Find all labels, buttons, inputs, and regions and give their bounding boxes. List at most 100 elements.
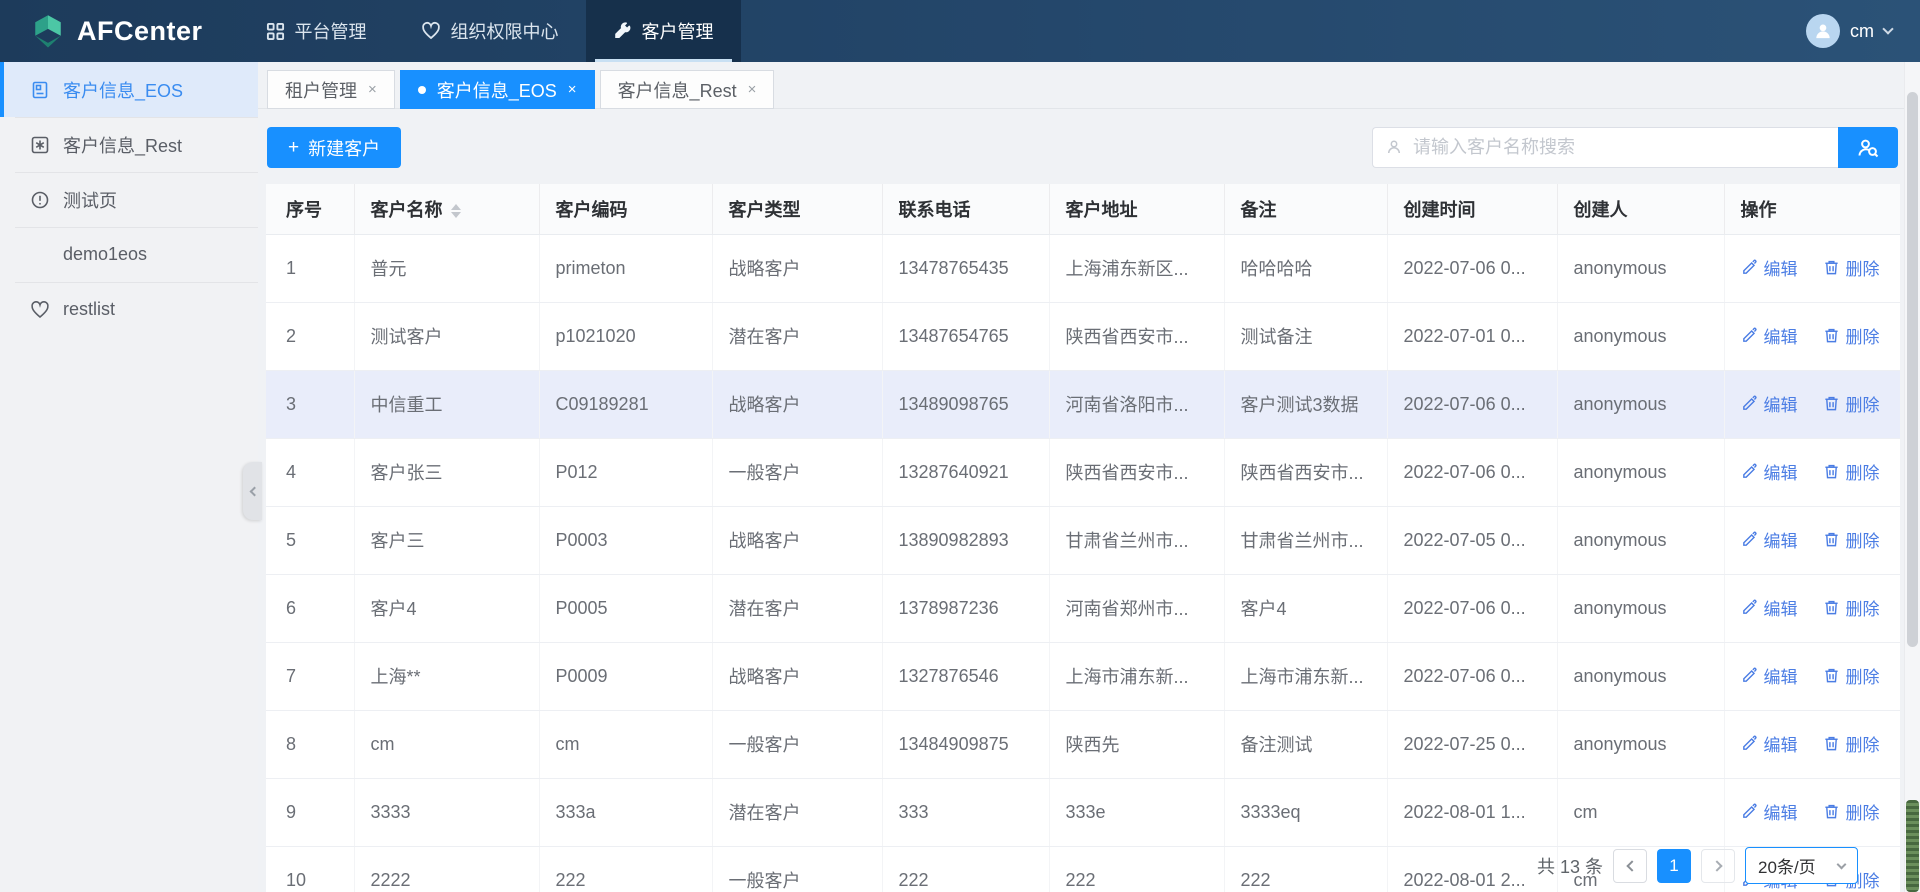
table-row[interactable]: 6 客户4 P0005 潜在客户 1378987236 河南省郑州市... 客户…: [266, 574, 1900, 642]
table-row[interactable]: 4 客户张三 P012 一般客户 13287640921 陕西省西安市... 陕…: [266, 438, 1900, 506]
sidebar-item-demo1eos[interactable]: demo1eos: [0, 227, 258, 282]
table-row[interactable]: 3 中信重工 C09189281 战略客户 13489098765 河南省洛阳市…: [266, 370, 1900, 438]
heart-icon: [421, 21, 441, 41]
sidebar-item-test-page[interactable]: 测试页: [0, 172, 258, 227]
cell-operations: 编辑 删除: [1724, 642, 1900, 710]
edit-icon: [1741, 667, 1758, 684]
close-icon[interactable]: ×: [748, 82, 757, 97]
cell-address: 甘肃省兰州市...: [1049, 506, 1224, 574]
col-header-creator: 创建人: [1557, 184, 1724, 234]
edit-button[interactable]: 编辑: [1741, 255, 1798, 280]
delete-button[interactable]: 删除: [1823, 323, 1880, 348]
search-input[interactable]: [1372, 127, 1838, 168]
cell-code: P0005: [539, 574, 712, 642]
new-customer-button[interactable]: + 新建客户: [267, 127, 401, 168]
trash-icon: [1823, 259, 1840, 276]
edit-button[interactable]: 编辑: [1741, 663, 1798, 688]
page-size-select[interactable]: 20条/页: [1745, 847, 1858, 884]
table-row[interactable]: 8 cm cm 一般客户 13484909875 陕西先 备注测试 2022-0…: [266, 710, 1900, 778]
sidebar: 客户信息_EOS 客户信息_Rest 测试页 demo1eos restlist: [0, 62, 258, 892]
close-icon[interactable]: ×: [368, 82, 377, 97]
nav-menu: 平台管理 组织权限中心 客户管理: [239, 0, 741, 62]
cell-creator: anonymous: [1557, 438, 1724, 506]
vertical-scrollbar[interactable]: [1904, 62, 1920, 892]
trash-icon: [1823, 395, 1840, 412]
cell-created: 2022-07-01 0...: [1387, 302, 1557, 370]
delete-button[interactable]: 删除: [1823, 595, 1880, 620]
edit-button[interactable]: 编辑: [1741, 391, 1798, 416]
sort-icon[interactable]: [451, 204, 461, 218]
table-row[interactable]: 7 上海** P0009 战略客户 1327876546 上海市浦东新... 上…: [266, 642, 1900, 710]
edit-button[interactable]: 编辑: [1741, 527, 1798, 552]
edit-button[interactable]: 编辑: [1741, 323, 1798, 348]
cell-remark: 上海市浦东新...: [1224, 642, 1387, 710]
delete-button[interactable]: 删除: [1823, 527, 1880, 552]
col-header-type: 客户类型: [712, 184, 882, 234]
cell-address: 上海市浦东新...: [1049, 642, 1224, 710]
tab-customer-eos[interactable]: 客户信息_EOS ×: [400, 70, 595, 109]
close-icon[interactable]: ×: [568, 82, 577, 97]
edit-button[interactable]: 编辑: [1741, 459, 1798, 484]
cell-remark: 222: [1224, 846, 1387, 892]
cell-code: cm: [539, 710, 712, 778]
cell-creator: anonymous: [1557, 302, 1724, 370]
cell-name: 3333: [354, 778, 539, 846]
total-count: 共 13 条: [1537, 853, 1603, 879]
sidebar-item-restlist[interactable]: restlist: [0, 282, 258, 337]
customer-table: 序号 客户名称 客户编码 客户类型 联系电话 客户地址 备注 创建时间 创建人 …: [266, 184, 1900, 892]
cell-creator: cm: [1557, 778, 1724, 846]
edit-button[interactable]: 编辑: [1741, 595, 1798, 620]
nav-item-org-permission[interactable]: 组织权限中心: [394, 0, 586, 62]
cell-name: 2222: [354, 846, 539, 892]
cell-address: 河南省郑州市...: [1049, 574, 1224, 642]
user-icon: [1385, 138, 1403, 156]
cell-created: 2022-08-01 2...: [1387, 846, 1557, 892]
table-row[interactable]: 5 客户三 P0003 战略客户 13890982893 甘肃省兰州市... 甘…: [266, 506, 1900, 574]
table-row[interactable]: 1 普元 primeton 战略客户 13478765435 上海浦东新区...…: [266, 234, 1900, 302]
sidebar-collapse-handle[interactable]: [243, 462, 262, 520]
search-button[interactable]: [1838, 127, 1898, 168]
col-header-name[interactable]: 客户名称: [354, 184, 539, 234]
cell-creator: anonymous: [1557, 710, 1724, 778]
cell-operations: 编辑 删除: [1724, 574, 1900, 642]
delete-button[interactable]: 删除: [1823, 663, 1880, 688]
delete-button[interactable]: 删除: [1823, 731, 1880, 756]
delete-button[interactable]: 删除: [1823, 799, 1880, 824]
cell-phone: 13287640921: [882, 438, 1049, 506]
tab-customer-rest[interactable]: 客户信息_Rest ×: [600, 70, 775, 109]
table-row[interactable]: 2 测试客户 p1021020 潜在客户 13487654765 陕西省西安市.…: [266, 302, 1900, 370]
customer-table-body: 1 普元 primeton 战略客户 13478765435 上海浦东新区...…: [266, 234, 1900, 892]
cell-name: 测试客户: [354, 302, 539, 370]
prev-page-button[interactable]: [1613, 849, 1647, 883]
cell-created: 2022-07-05 0...: [1387, 506, 1557, 574]
edit-button[interactable]: 编辑: [1741, 731, 1798, 756]
edit-icon: [1741, 735, 1758, 752]
cell-type: 潜在客户: [712, 778, 882, 846]
trash-icon: [1823, 803, 1840, 820]
cell-type: 潜在客户: [712, 574, 882, 642]
scrollbar-thumb-bottom[interactable]: [1906, 800, 1919, 892]
nav-item-platform[interactable]: 平台管理: [239, 0, 394, 62]
sidebar-item-customer-eos[interactable]: 客户信息_EOS: [0, 62, 258, 117]
nav-item-customer[interactable]: 客户管理: [586, 0, 741, 62]
table-row[interactable]: 9 3333 333a 潜在客户 333 333e 3333eq 2022-08…: [266, 778, 1900, 846]
tab-tenant-management[interactable]: 租户管理 ×: [267, 70, 395, 109]
page-1-button[interactable]: 1: [1657, 849, 1691, 883]
user-icon: [1813, 21, 1833, 41]
sidebar-item-customer-rest[interactable]: 客户信息_Rest: [0, 117, 258, 172]
cell-seq: 3: [266, 370, 354, 438]
next-page-button[interactable]: [1701, 849, 1735, 883]
cell-code: P0003: [539, 506, 712, 574]
cell-operations: 编辑 删除: [1724, 710, 1900, 778]
edit-button[interactable]: 编辑: [1741, 799, 1798, 824]
app-title: AFCenter: [77, 16, 203, 47]
grid-icon: [266, 22, 285, 41]
cell-seq: 8: [266, 710, 354, 778]
scrollbar-thumb[interactable]: [1907, 92, 1918, 647]
delete-button[interactable]: 删除: [1823, 255, 1880, 280]
user-menu[interactable]: cm: [1806, 0, 1892, 62]
cell-phone: 13478765435: [882, 234, 1049, 302]
delete-button[interactable]: 删除: [1823, 459, 1880, 484]
cell-operations: 编辑 删除: [1724, 438, 1900, 506]
delete-button[interactable]: 删除: [1823, 391, 1880, 416]
